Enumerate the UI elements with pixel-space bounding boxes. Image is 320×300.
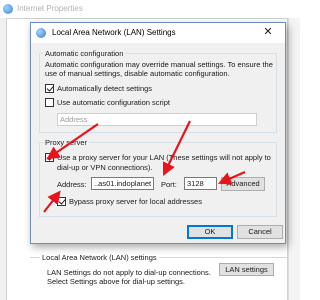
internet-globe-icon [3, 4, 13, 14]
close-icon[interactable]: ✕ [251, 23, 285, 42]
lan-settings-group-caption: Local Area Network (LAN) settings [40, 253, 159, 262]
lan-settings-description-line1: LAN Settings do not apply to dial-up con… [47, 268, 211, 277]
proxy-port-input[interactable]: 3128 [184, 177, 217, 190]
internet-properties-title: Internet Properties [17, 4, 83, 13]
use-proxy-server-label-line1: Use a proxy server for your LAN (These s… [57, 153, 271, 162]
automatic-configuration-caption: Automatic configuration [43, 49, 126, 58]
internet-globe-icon [36, 28, 46, 38]
bypass-local-label: Bypass proxy server for local addresses [69, 197, 202, 206]
config-script-address-input[interactable]: Address [57, 113, 257, 126]
proxy-server-caption: Proxy server [43, 138, 90, 147]
background-scrollbar[interactable] [288, 18, 300, 300]
use-proxy-server-checkbox[interactable]: Use a proxy server for your LAN (These s… [45, 152, 271, 163]
lan-settings-dialog: Local Area Network (LAN) Settings ✕ Auto… [30, 22, 286, 244]
automatic-configuration-description-line1: Automatic configuration may override man… [45, 60, 273, 69]
auto-detect-settings-checkbox[interactable]: Automatically detect settings [45, 83, 153, 94]
auto-detect-settings-label: Automatically detect settings [57, 84, 153, 93]
dialog-title: Local Area Network (LAN) Settings [52, 28, 176, 37]
proxy-address-label: Address: [57, 180, 87, 189]
lan-settings-description: LAN Settings do not apply to dial-up con… [47, 268, 217, 286]
lan-settings-description-line2: Select Settings above for dial-up settin… [47, 277, 185, 286]
dialog-titlebar[interactable]: Local Area Network (LAN) Settings ✕ [31, 23, 285, 43]
use-proxy-server-label-line2: dial-up or VPN connections). [57, 163, 153, 172]
lan-settings-button[interactable]: LAN settings [219, 263, 274, 276]
proxy-address-input[interactable]: ..as01.indoplanet [91, 177, 154, 190]
bypass-local-checkbox[interactable]: Bypass proxy server for local addresses [57, 196, 202, 207]
use-config-script-checkbox[interactable]: Use automatic configuration script [45, 97, 170, 108]
checkbox-checked-icon[interactable] [57, 196, 66, 206]
automatic-configuration-description: Automatic configuration may override man… [45, 60, 277, 78]
internet-properties-titlebar: Internet Properties [0, 0, 300, 18]
cancel-button[interactable]: Cancel [237, 225, 283, 239]
proxy-port-label: Port: [161, 180, 177, 189]
checkbox-checked-icon[interactable] [45, 83, 54, 93]
advanced-button[interactable]: Advanced [221, 177, 265, 191]
use-config-script-label: Use automatic configuration script [57, 98, 170, 107]
ok-button[interactable]: OK [187, 225, 233, 239]
automatic-configuration-description-line2: use of manual settings, disable automati… [45, 69, 230, 78]
checkbox-unchecked-icon[interactable] [45, 97, 54, 107]
checkbox-checked-icon[interactable] [45, 152, 54, 162]
